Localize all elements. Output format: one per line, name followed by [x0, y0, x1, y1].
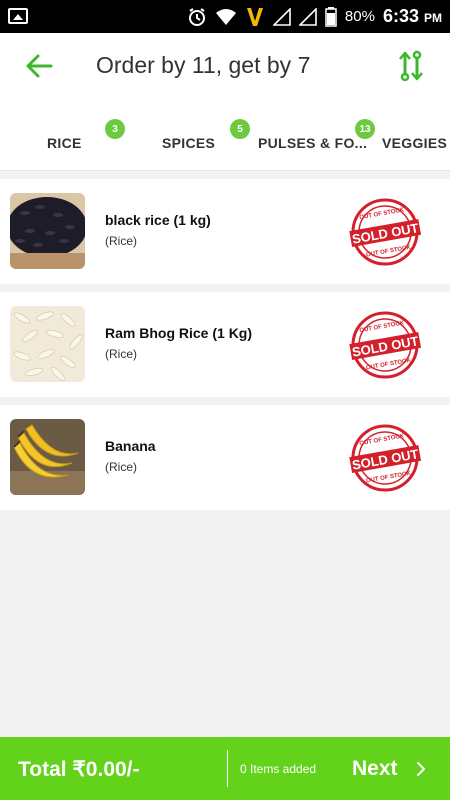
black-rice-image: [10, 193, 85, 269]
list-item[interactable]: black rice (1 kg) (Rice) OUT OF STOCK SO…: [0, 179, 450, 284]
sold-out-stamp: OUT OF STOCK SOLD OUT OUT OF STOCK: [349, 198, 422, 266]
app-header: Order by 11, get by 7: [0, 33, 450, 99]
wifi-icon: [215, 8, 236, 25]
status-bar-right: 80% 6:33 PM: [187, 0, 442, 33]
battery-icon: [325, 6, 337, 27]
category-tabs: 3 RICE 5 SPICES 13 PULSES & FO... VEGGIE…: [0, 99, 450, 171]
signal-2-icon: [298, 7, 317, 26]
next-button[interactable]: Next: [352, 757, 398, 781]
clock-ampm: PM: [424, 11, 442, 25]
product-category: (Rice): [105, 347, 137, 361]
list-item[interactable]: Banana (Rice) OUT OF STOCK SOLD OUT OUT …: [0, 405, 450, 510]
arrow-left-icon[interactable]: [24, 52, 54, 80]
clock: 6:33 PM: [383, 6, 442, 27]
product-category: (Rice): [105, 234, 137, 248]
banana-image: [10, 419, 85, 495]
alarm-icon: [188, 7, 205, 26]
clock-time: 6:33: [382, 6, 419, 26]
chevron-right-icon[interactable]: [415, 761, 427, 777]
carrier-v-icon: [246, 7, 263, 26]
image-notification-icon: [8, 8, 28, 24]
product-category: (Rice): [105, 460, 137, 474]
status-bar: 80% 6:33 PM: [0, 0, 450, 33]
sold-out-stamp: OUT OF STOCK SOLD OUT OUT OF STOCK: [349, 311, 422, 379]
swap-vertical-icon[interactable]: [396, 50, 426, 82]
tab-veggies[interactable]: VEGGIES A: [382, 135, 450, 151]
bottom-divider: [227, 750, 228, 787]
ram-bhog-rice-image: [10, 306, 85, 382]
tab-spices[interactable]: SPICES: [162, 135, 215, 151]
signal-icon: [272, 7, 291, 26]
sold-out-stamp: OUT OF STOCK SOLD OUT OUT OF STOCK: [349, 424, 422, 492]
battery-percent: 80%: [344, 8, 375, 25]
page-title: Order by 11, get by 7: [96, 52, 311, 78]
total-amount: Total ₹0.00/-: [18, 758, 140, 781]
product-name: Ram Bhog Rice (1 Kg): [105, 325, 253, 341]
tab-pulses[interactable]: PULSES & FO...: [258, 135, 367, 151]
checkout-bar: Total ₹0.00/- 0 Items added Next: [0, 737, 450, 800]
product-name: black rice (1 kg): [105, 212, 211, 228]
items-added-count: 0 Items added: [240, 762, 317, 776]
tab-rice-badge: 3: [105, 119, 125, 139]
product-list: black rice (1 kg) (Rice) OUT OF STOCK SO…: [0, 171, 450, 510]
list-item[interactable]: Ram Bhog Rice (1 Kg) (Rice) OUT OF STOCK…: [0, 292, 450, 397]
tab-rice[interactable]: RICE: [47, 135, 82, 151]
product-name: Banana: [105, 438, 156, 454]
tab-spices-badge: 5: [230, 119, 250, 139]
